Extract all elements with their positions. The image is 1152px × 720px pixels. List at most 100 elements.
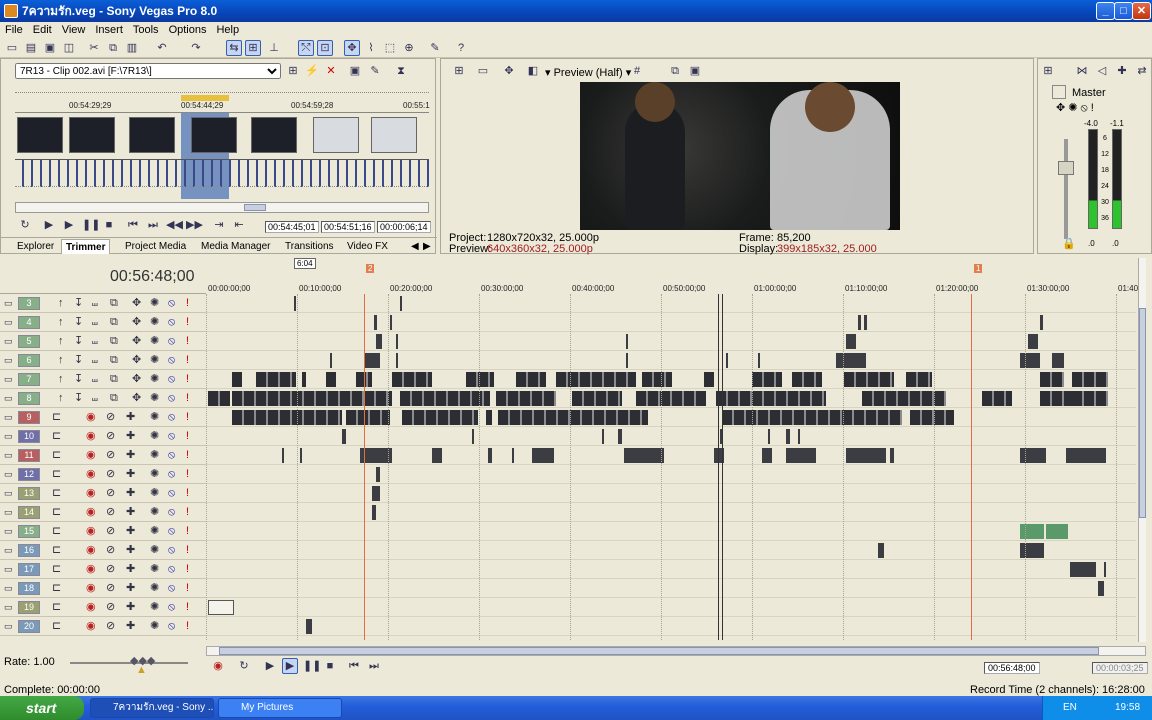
track-header-7[interactable]: ▭ 7 ↑ ↧ ⧢ ⧉ ✥ ✺ ⦸! (0, 370, 206, 389)
invert-phase-icon[interactable]: ⊘ (106, 506, 115, 519)
track-lane-3[interactable] (206, 294, 1136, 313)
dim-output-icon[interactable]: ◁ (1094, 63, 1110, 79)
move-up-icon[interactable]: ↑ (58, 335, 64, 348)
trimmer-source-select[interactable]: 7R13 - Clip 002.avi [F:\7R13\] (15, 63, 281, 79)
solo-icon[interactable]: ! (186, 430, 189, 443)
move-up-icon[interactable]: ↑ (58, 392, 64, 405)
fx-icon[interactable]: ✺ (150, 373, 159, 386)
media-event[interactable] (432, 448, 442, 463)
solo-icon[interactable]: ! (186, 487, 189, 500)
media-event[interactable] (1072, 391, 1108, 406)
mixer-properties-icon[interactable]: ⊞ (1040, 63, 1056, 79)
lock-envelopes-icon[interactable]: ⊥ (266, 40, 282, 56)
track-minimize-icon[interactable]: ▭ (4, 411, 13, 424)
track-minimize-icon[interactable]: ▭ (4, 297, 13, 310)
solo-icon[interactable]: ! (186, 373, 189, 386)
new-icon[interactable]: ▭ (4, 40, 20, 56)
media-event[interactable] (302, 372, 306, 387)
menu-options[interactable]: Options (164, 22, 212, 38)
compositing-icon[interactable]: ↧ (74, 316, 83, 329)
track-minimize-icon[interactable]: ▭ (4, 506, 13, 519)
media-event[interactable] (372, 486, 380, 501)
tabs-scroll-right-icon[interactable]: ▶ (419, 239, 435, 254)
media-event[interactable] (1066, 448, 1106, 463)
arm-record-icon[interactable]: ◉ (86, 601, 96, 614)
track-header-18[interactable]: ▭ 18 ⊏ ◉ ⊘ ✚ ✺ ⦸! (0, 579, 206, 598)
mute-icon[interactable]: ⦸ (168, 620, 175, 633)
render-icon[interactable]: ◫ (61, 40, 77, 56)
track-minimize-icon[interactable]: ▭ (4, 335, 13, 348)
expand-icon[interactable]: ✥ (132, 392, 141, 405)
mute-icon[interactable]: ⦸ (168, 316, 175, 329)
track-fx-icon[interactable]: ✚ (126, 449, 135, 462)
media-event[interactable] (704, 372, 714, 387)
envelope-tool-icon[interactable]: ⌇ (363, 40, 379, 56)
stop-icon[interactable]: ■ (322, 658, 338, 674)
media-event[interactable] (326, 372, 336, 387)
media-event[interactable] (498, 410, 648, 425)
invert-phase-icon[interactable]: ⊘ (106, 525, 115, 538)
preview-properties-icon[interactable]: ⊞ (451, 63, 467, 79)
media-event[interactable] (1040, 315, 1043, 330)
track-header-3[interactable]: ▭ 3 ↑ ↧ ⧢ ⧉ ✥ ✺ ⦸! (0, 294, 206, 313)
fx-icon[interactable]: ✺ (150, 620, 159, 633)
media-event[interactable] (752, 372, 782, 387)
volume-slider-icon[interactable]: ⊏ (52, 620, 61, 633)
track-lane-9[interactable] (206, 408, 1136, 427)
media-event[interactable] (1020, 524, 1044, 539)
lock-icon[interactable]: 🔒 (1062, 237, 1076, 250)
media-event[interactable] (486, 410, 492, 425)
volume-slider-icon[interactable]: ⊏ (52, 563, 61, 576)
fx-icon[interactable]: ✺ (150, 335, 159, 348)
track-header-5[interactable]: ▭ 5 ↑ ↧ ⧢ ⧉ ✥ ✺ ⦸! (0, 332, 206, 351)
tab-video-fx[interactable]: Video FX (343, 239, 392, 254)
track-minimize-icon[interactable]: ▭ (4, 525, 13, 538)
invert-phase-icon[interactable]: ⊘ (106, 582, 115, 595)
fx-icon[interactable]: ✺ (150, 468, 159, 481)
track-lane-6[interactable] (206, 351, 1136, 370)
tab-media-manager[interactable]: Media Manager (197, 239, 274, 254)
zoom-tool-icon[interactable]: ⊕ (401, 40, 417, 56)
media-event[interactable] (626, 334, 628, 349)
invert-phase-icon[interactable]: ⊘ (106, 468, 115, 481)
media-event[interactable] (374, 315, 377, 330)
track-minimize-icon[interactable]: ▭ (4, 620, 13, 633)
solo-icon[interactable]: ! (186, 525, 189, 538)
playhead[interactable] (718, 294, 719, 640)
move-up-icon[interactable]: ↑ (58, 297, 64, 310)
timeline-ruler[interactable]: 00:00:00;00 00:10:00;00 00:20:00;00 00:30:0… (206, 280, 1138, 294)
arm-record-icon[interactable]: ◉ (86, 525, 96, 538)
track-lane-14[interactable] (206, 503, 1136, 522)
media-event[interactable] (208, 600, 234, 615)
track-header-15[interactable]: ▭ 15 ⊏ ◉ ⊘ ✚ ✺ ⦸! (0, 522, 206, 541)
track-minimize-icon[interactable]: ▭ (4, 430, 13, 443)
whats-this-icon[interactable]: ? (453, 40, 469, 56)
expand-icon[interactable]: ✥ (132, 373, 141, 386)
marker-1[interactable]: 1 (974, 264, 983, 273)
track-fx-icon[interactable]: ✚ (126, 506, 135, 519)
auto-ripple-icon[interactable]: ⊞ (245, 40, 261, 56)
media-event[interactable] (364, 353, 380, 368)
media-event[interactable] (1046, 524, 1068, 539)
track-header-8[interactable]: ▭ 8 ↑ ↧ ⧢ ⧉ ✥ ✺ ⦸! (0, 389, 206, 408)
volume-slider-icon[interactable]: ⊏ (52, 468, 61, 481)
go-to-end-icon[interactable]: ⏭ (366, 658, 382, 674)
track-lane-17[interactable] (206, 560, 1136, 579)
play-from-start-icon[interactable]: ▶ (262, 658, 278, 674)
track-fx-icon[interactable]: ⧉ (110, 297, 118, 310)
arm-record-icon[interactable]: ◉ (86, 430, 96, 443)
timeline-hscrollbar[interactable] (206, 646, 1146, 656)
media-event[interactable] (1040, 391, 1076, 406)
track-motion-icon[interactable]: ⧢ (92, 392, 98, 405)
fx-icon[interactable]: ✺ (150, 449, 159, 462)
move-up-icon[interactable]: ↑ (58, 354, 64, 367)
compositing-icon[interactable]: ↧ (74, 373, 83, 386)
go-to-start-icon[interactable]: ⏮ (125, 217, 141, 233)
media-event[interactable] (762, 448, 772, 463)
arm-record-icon[interactable]: ◉ (86, 411, 96, 424)
media-fx-icon[interactable]: ⚡ (304, 63, 320, 79)
fx-icon[interactable]: ✺ (150, 582, 159, 595)
media-event[interactable] (232, 372, 242, 387)
timeline-vscrollbar[interactable] (1138, 258, 1146, 642)
menu-tools[interactable]: Tools (128, 22, 164, 38)
